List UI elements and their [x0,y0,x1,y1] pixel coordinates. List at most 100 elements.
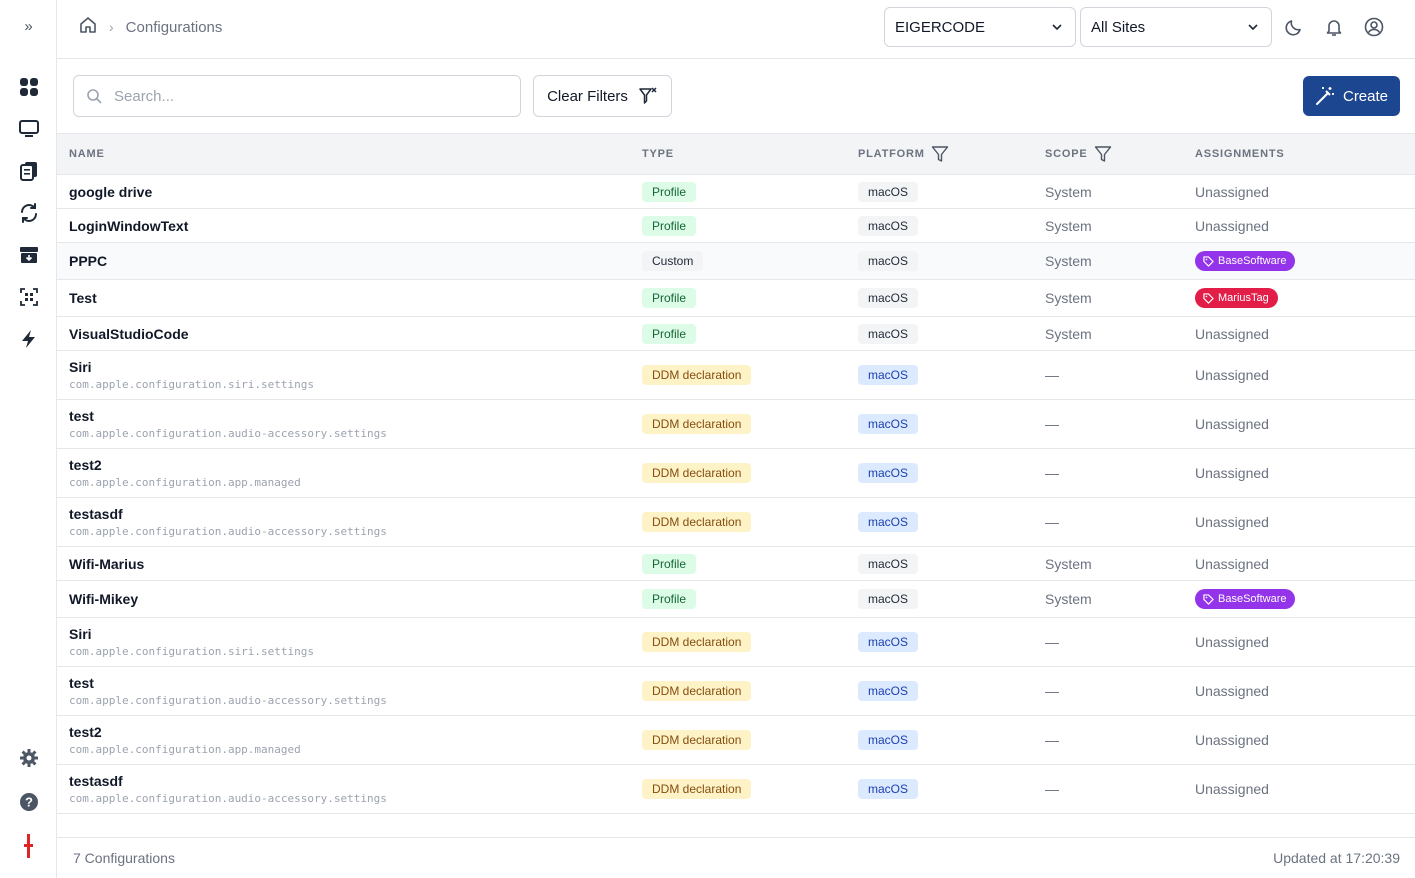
filter-icon[interactable] [1094,145,1112,163]
sidebar-item-apps[interactable] [0,237,57,273]
site-select[interactable]: All Sites [1080,7,1272,47]
name-cell: Wifi-Mikey [69,581,138,617]
table-body: google drive Profile macOS System Unassigned… [57,175,1415,814]
organization-select[interactable]: EIGERCODE [884,7,1076,47]
configuration-name[interactable]: Wifi-Mikey [69,591,138,607]
configuration-name[interactable]: testasdf [69,773,123,789]
table-row[interactable]: test2 com.apple.configuration.app.managed… [57,449,1415,498]
configuration-name[interactable]: LoginWindowText [69,218,188,234]
configuration-name[interactable]: VisualStudioCode [69,326,189,342]
platform-badge: macOS [858,730,919,750]
name-cell: google drive [69,175,152,208]
configuration-name[interactable]: Test [69,290,97,306]
name-cell: test2 com.apple.configuration.app.managed [69,716,301,764]
chevron-down-icon [1052,24,1062,31]
assignments-cell: Unassigned [1195,618,1269,666]
sidebar-item-scan[interactable] [0,279,57,315]
lightning-icon [21,330,35,348]
type-badge: DDM declaration [642,365,752,385]
type-badge: DDM declaration [642,414,752,434]
sidebar-item-dashboard[interactable] [0,69,57,105]
configuration-name[interactable]: test [69,675,94,691]
toolbar: Clear Filters Create [57,59,1415,134]
home-icon[interactable] [79,16,97,38]
sidebar-item-automation[interactable] [0,321,57,357]
clear-filters-button[interactable]: Clear Filters [533,75,672,117]
scope-cell: System [1045,317,1092,350]
sidebar-item-help[interactable]: ? [0,784,57,820]
table-row[interactable]: google drive Profile macOS System Unassigned [57,175,1415,209]
table-row[interactable]: VisualStudioCode Profile macOS System Unassi… [57,317,1415,351]
user-menu-button[interactable] [1362,15,1386,39]
table-row[interactable]: Wifi-Marius Profile macOS System Unassigned [57,547,1415,581]
configuration-name[interactable]: Siri [69,359,92,375]
column-header-type[interactable]: TYPE [642,134,674,174]
assignment-text: Unassigned [1195,514,1269,530]
platform-cell: macOS [858,209,919,242]
theme-toggle-button[interactable] [1282,15,1306,39]
assignment-tag[interactable]: MariusTag [1195,288,1278,308]
payload-identifier: com.apple.configuration.siri.settings [69,378,315,391]
assignment-tag-label: MariusTag [1218,292,1269,304]
expand-sidebar-button[interactable]: » [0,8,57,44]
brand-logo [0,828,57,864]
table-row[interactable]: testasdf com.apple.configuration.audio-ac… [57,498,1415,547]
configuration-name[interactable]: test2 [69,724,102,740]
assignment-text: Unassigned [1195,367,1269,383]
monitor-icon [18,120,39,137]
sidebar-item-sync[interactable] [0,195,57,231]
scope-text: System [1045,253,1092,269]
configuration-name[interactable]: testasdf [69,506,123,522]
assignments-cell: Unassigned [1195,175,1269,208]
type-cell: Profile [642,175,697,208]
table-row[interactable]: Wifi-Mikey Profile macOS System BaseSoftware [57,581,1415,618]
type-cell: DDM declaration [642,400,752,448]
scope-cell: — [1045,765,1059,813]
filter-x-icon [639,87,657,104]
assignments-cell: Unassigned [1195,765,1269,813]
tag-icon [1203,593,1214,605]
sidebar-item-configurations[interactable] [0,153,57,189]
scope-text: — [1045,732,1059,748]
table-row[interactable]: LoginWindowText Profile macOS System Unassig… [57,209,1415,243]
column-header-platform: PLATFORM [858,134,949,174]
table-row[interactable]: test2 com.apple.configuration.app.managed… [57,716,1415,765]
filter-icon[interactable] [931,145,949,163]
sidebar-item-settings[interactable] [0,740,57,776]
type-cell: Profile [642,317,697,350]
table-row[interactable]: test com.apple.configuration.audio-access… [57,400,1415,449]
table-row[interactable]: testasdf com.apple.configuration.audio-ac… [57,765,1415,814]
configuration-name[interactable]: Wifi-Marius [69,556,144,572]
notifications-button[interactable] [1322,15,1346,39]
scope-text: — [1045,416,1059,432]
configuration-name[interactable]: Siri [69,626,92,642]
assignments-cell: Unassigned [1195,547,1269,580]
configuration-name[interactable]: PPPC [69,253,107,269]
scope-text: — [1045,683,1059,699]
name-cell: Wifi-Marius [69,547,144,580]
table-row[interactable]: Siri com.apple.configuration.siri.setting… [57,618,1415,667]
user-circle-icon [1364,17,1384,37]
configuration-name[interactable]: test [69,408,94,424]
bell-icon [1326,20,1342,36]
search-box[interactable] [73,75,521,117]
table-row[interactable]: Test Profile macOS System MariusTag [57,280,1415,317]
configuration-name[interactable]: test2 [69,457,102,473]
scope-text: System [1045,555,1092,572]
table-row[interactable]: test com.apple.configuration.audio-access… [57,667,1415,716]
sidebar-item-devices[interactable] [0,111,57,147]
create-button[interactable]: Create [1303,76,1400,116]
payload-identifier: com.apple.configuration.app.managed [69,743,301,756]
type-badge: DDM declaration [642,632,752,652]
platform-cell: macOS [858,280,919,316]
assignment-tag[interactable]: BaseSoftware [1195,589,1296,609]
configuration-name[interactable]: google drive [69,184,152,200]
scope-cell: — [1045,716,1059,764]
assignment-tag[interactable]: BaseSoftware [1195,251,1296,271]
organization-select-value: EIGERCODE [895,18,986,36]
table-row[interactable]: PPPC Custom macOS System BaseSoftware [57,243,1415,280]
column-header-assignments[interactable]: ASSIGNMENTS [1195,134,1284,174]
table-row[interactable]: Siri com.apple.configuration.siri.setting… [57,351,1415,400]
search-input[interactable] [114,87,494,105]
column-header-name[interactable]: NAME [69,134,105,174]
